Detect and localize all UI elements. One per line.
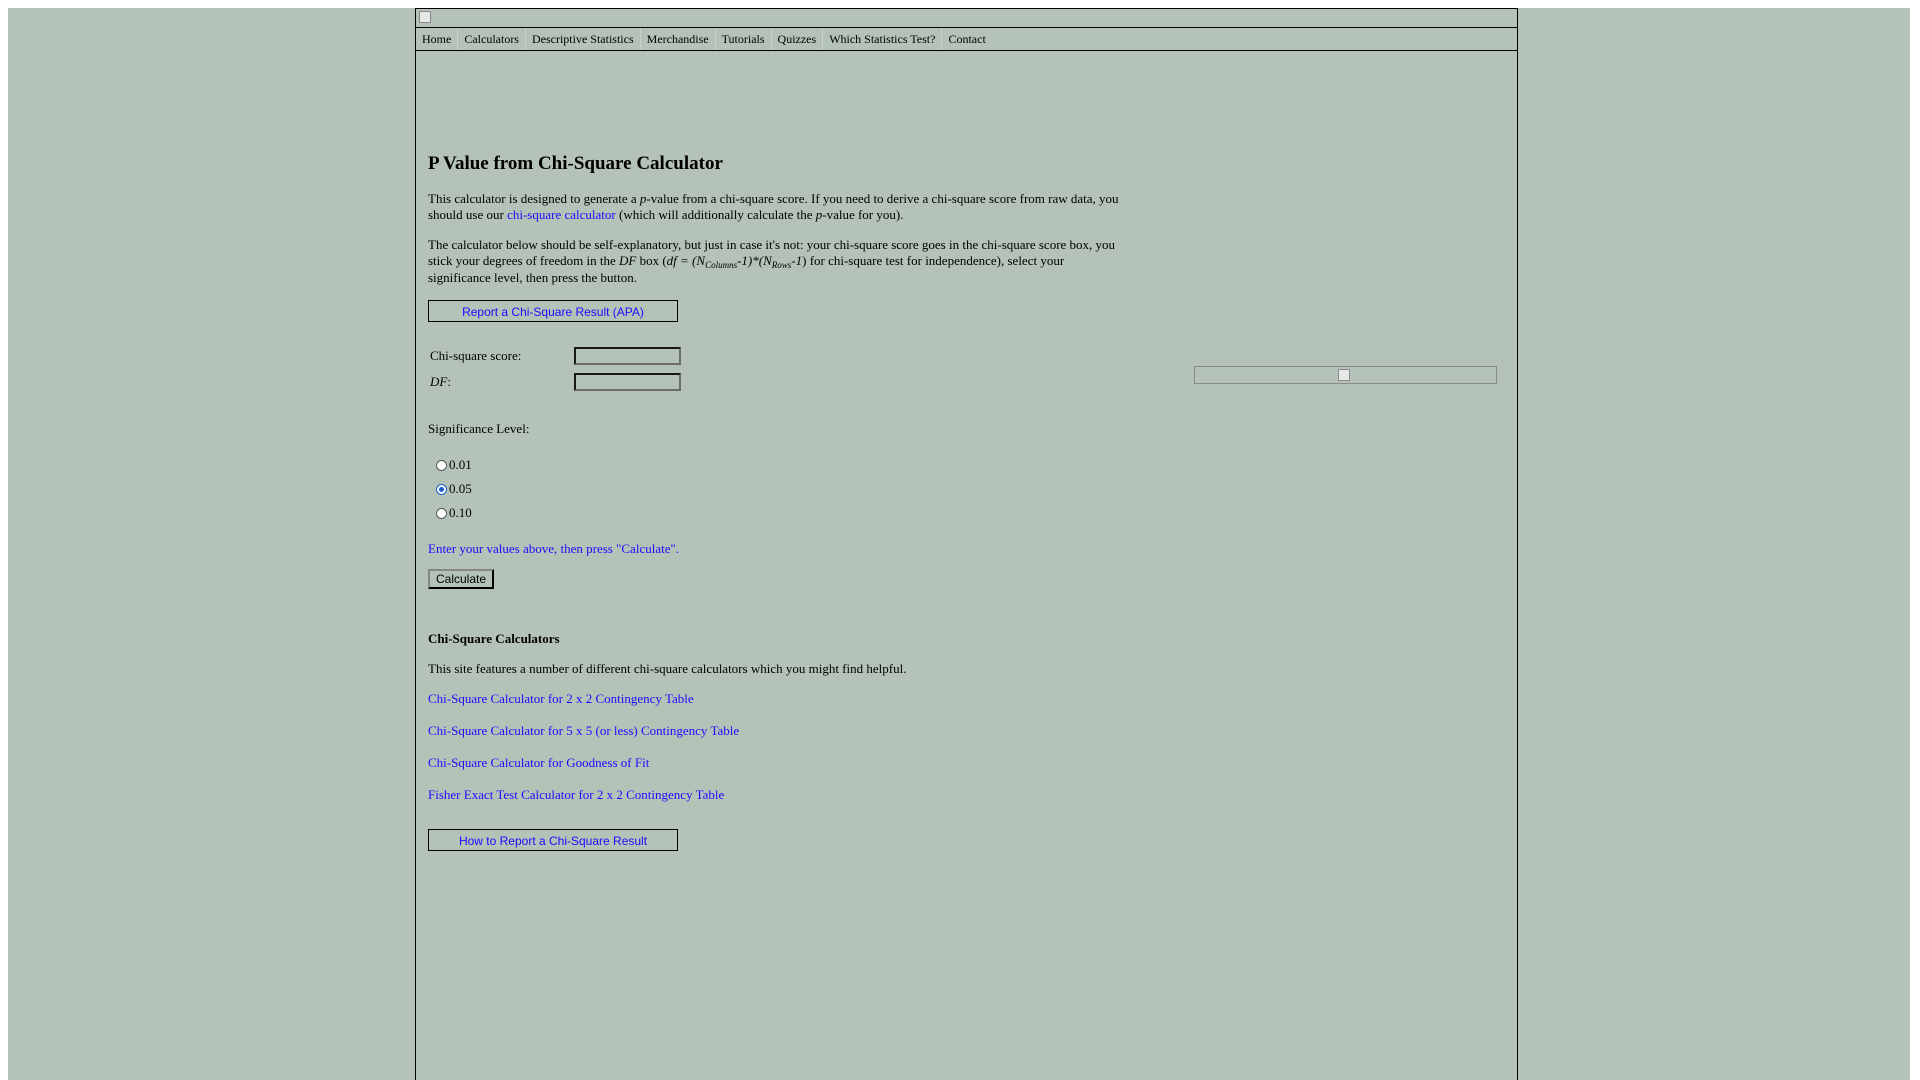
significance-label: Significance Level: bbox=[428, 421, 530, 436]
formula-df: df bbox=[666, 253, 677, 268]
chi-square-field-cell bbox=[572, 343, 683, 368]
formula-sub-columns: Columns bbox=[705, 260, 738, 270]
radio-0-05[interactable] bbox=[436, 483, 447, 495]
nav-item-home[interactable]: Home bbox=[416, 28, 459, 50]
radio-label-0-05: 0.05 bbox=[449, 481, 472, 496]
chi-square-label: Chi-square score: bbox=[430, 347, 522, 363]
link-goodness-of-fit-calculator[interactable]: Chi-Square Calculator for Goodness of Fi… bbox=[428, 755, 649, 770]
sidebar-ad-image[interactable] bbox=[1194, 366, 1497, 384]
intro-text-4: -value for you). bbox=[822, 207, 904, 222]
intro-paragraph: This calculator is designed to generate … bbox=[428, 191, 1128, 223]
formula-n2: N bbox=[763, 253, 772, 268]
df-input[interactable] bbox=[574, 372, 681, 391]
df-label-colon: : bbox=[447, 373, 451, 389]
nav-item-descriptive-statistics[interactable]: Descriptive Statistics bbox=[526, 28, 641, 50]
main-content: P Value from Chi-Square Calculator This … bbox=[428, 153, 1128, 851]
nav-item-merchandise[interactable]: Merchandise bbox=[641, 28, 716, 50]
nav-item-contact[interactable]: Contact bbox=[942, 28, 991, 50]
instructions-text-2: box ( bbox=[636, 253, 667, 268]
link-fisher-exact-calculator[interactable]: Fisher Exact Test Calculator for 2 x 2 C… bbox=[428, 787, 724, 802]
formula-sub-rows: Rows bbox=[771, 260, 792, 270]
formula-minus1: -1)*( bbox=[737, 253, 764, 268]
formula-eq: = ( bbox=[676, 253, 697, 268]
top-nav: Home Calculators Descriptive Statistics … bbox=[416, 28, 1517, 51]
instructions-df: DF bbox=[618, 253, 637, 268]
instructions-paragraph: The calculator below should be self-expl… bbox=[428, 237, 1128, 286]
broken-image-icon bbox=[419, 11, 431, 23]
nav-item-quizzes[interactable]: Quizzes bbox=[772, 28, 824, 50]
broken-image-icon bbox=[1338, 369, 1350, 381]
link-5x5-calculator[interactable]: Chi-Square Calculator for 5 x 5 (or less… bbox=[428, 723, 739, 738]
radio-label-0-10: 0.10 bbox=[449, 505, 472, 520]
page-title: P Value from Chi-Square Calculator bbox=[428, 153, 723, 174]
formula-n1: N bbox=[696, 253, 706, 268]
how-to-report-button[interactable]: How to Report a Chi-Square Result bbox=[428, 829, 678, 851]
report-chi-square-button[interactable]: Report a Chi-Square Result (APA) bbox=[428, 300, 678, 322]
calculate-button[interactable]: Calculate bbox=[428, 569, 495, 589]
radio-row-0-01[interactable]: 0.01 bbox=[436, 453, 1128, 477]
nav-item-tutorials[interactable]: Tutorials bbox=[716, 28, 772, 50]
link-2x2-calculator[interactable]: Chi-Square Calculator for 2 x 2 Continge… bbox=[428, 691, 694, 706]
df-label: DF: bbox=[428, 369, 572, 394]
nav-item-which-statistics-test[interactable]: Which Statistics Test? bbox=[823, 28, 943, 50]
formula-minus2: -1 bbox=[791, 253, 803, 268]
chi-square-calculator-link[interactable]: chi-square calculator bbox=[507, 207, 616, 222]
calculator-form: Chi-square score: DF: bbox=[428, 342, 683, 395]
intro-text-3: (which will additionally calculate the bbox=[615, 207, 816, 222]
status-message: Enter your values above, then press "Cal… bbox=[428, 541, 680, 556]
related-text: This site features a number of different… bbox=[428, 661, 907, 676]
radio-row-0-05[interactable]: 0.05 bbox=[436, 477, 1128, 501]
page-background: Home Calculators Descriptive Statistics … bbox=[8, 8, 1910, 1080]
related-heading: Chi-Square Calculators bbox=[428, 631, 560, 646]
radio-0-01[interactable] bbox=[436, 459, 447, 471]
df-field-cell bbox=[572, 369, 683, 394]
intro-text-1: This calculator is designed to generate … bbox=[428, 191, 640, 206]
radio-0-10[interactable] bbox=[436, 507, 447, 519]
chi-square-input[interactable] bbox=[574, 346, 681, 365]
df-label-text: DF bbox=[430, 373, 448, 389]
df-row: DF: bbox=[428, 369, 683, 394]
page-container: Home Calculators Descriptive Statistics … bbox=[415, 8, 1518, 1080]
nav-item-calculators[interactable]: Calculators bbox=[458, 28, 526, 50]
chi-square-row: Chi-square score: bbox=[428, 343, 683, 368]
radio-row-0-10[interactable]: 0.10 bbox=[436, 501, 1128, 525]
radio-label-0-01: 0.01 bbox=[449, 457, 472, 472]
site-banner[interactable] bbox=[416, 8, 1517, 28]
